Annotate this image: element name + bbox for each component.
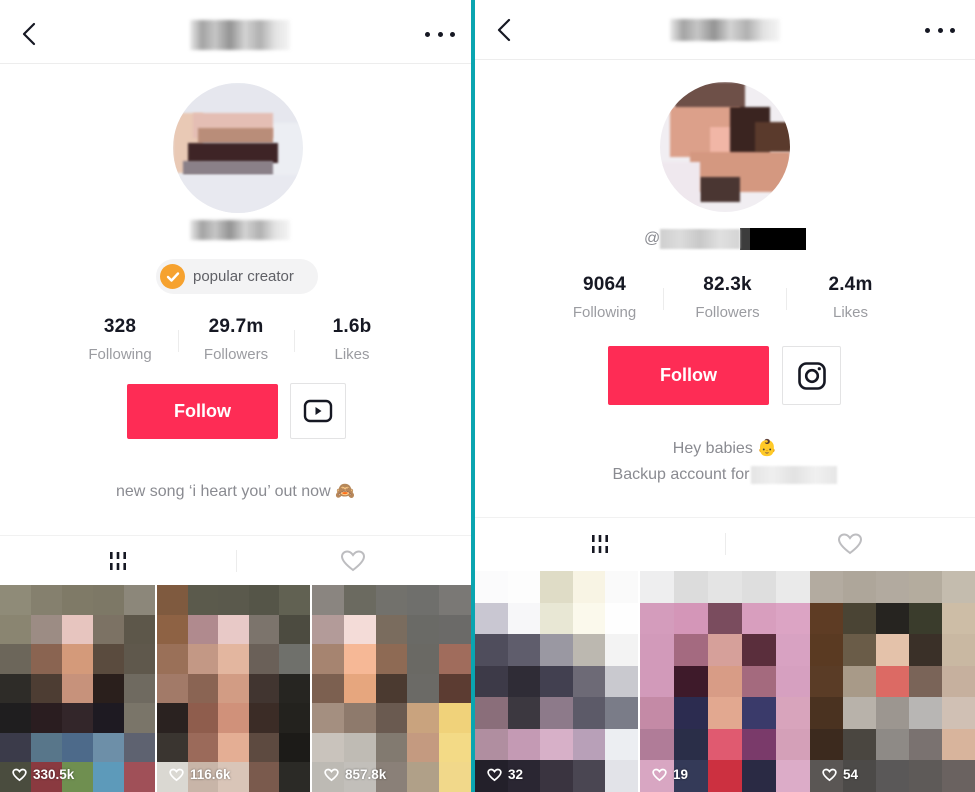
stat-following[interactable]: 9064 Following	[543, 274, 666, 321]
like-count: 330.5k	[33, 767, 75, 782]
more-options-button[interactable]	[925, 20, 955, 40]
instagram-button[interactable]	[782, 346, 841, 405]
tab-liked[interactable]	[236, 536, 472, 586]
stat-divider	[178, 330, 179, 352]
likes-label: Likes	[334, 346, 370, 363]
video-grid: 330.5k 116.6k 857.8k	[0, 585, 471, 792]
following-label: Following	[88, 346, 152, 363]
profile-stats: 328 Following 29.7m Followers 1.6b Likes	[62, 316, 410, 363]
stat-followers[interactable]: 82.3k Followers	[666, 274, 789, 321]
video-thumbnail[interactable]: 19	[640, 571, 810, 792]
video-thumbnail[interactable]: 32	[475, 571, 638, 792]
profile-bio-line1: Hey babies 👶	[672, 440, 778, 457]
heart-outline-icon	[652, 768, 667, 781]
profile-header	[0, 0, 471, 64]
more-horizontal-icon	[925, 27, 930, 33]
video-likes: 54	[822, 767, 858, 782]
instagram-icon	[797, 361, 826, 390]
profile-panel-left: popular creator 328 Following 29.7m Foll…	[0, 0, 471, 792]
likes-count: 1.6b	[332, 316, 372, 337]
profile-header	[475, 0, 975, 60]
check-circle-icon	[160, 264, 185, 289]
video-likes: 330.5k	[12, 767, 74, 782]
following-label: Following	[572, 304, 637, 321]
like-count: 19	[673, 767, 689, 782]
avatar[interactable]	[173, 83, 303, 213]
stat-likes: 2.4m Likes	[789, 274, 912, 321]
followers-count: 82.3k	[703, 274, 752, 295]
bio-redacted	[751, 466, 838, 484]
video-thumbnail[interactable]: 857.8k	[312, 585, 471, 792]
more-horizontal-icon	[425, 31, 430, 37]
stat-likes: 1.6b Likes	[294, 316, 410, 363]
tab-videos[interactable]	[475, 518, 725, 570]
following-count: 328	[103, 316, 137, 337]
profile-tabs	[0, 535, 471, 585]
handle-prefix: @	[644, 230, 661, 247]
likes-label: Likes	[832, 304, 869, 321]
follow-button[interactable]: Follow	[608, 346, 769, 405]
video-thumbnail[interactable]: 116.6k	[157, 585, 310, 792]
profile-stats: 9064 Following 82.3k Followers 2.4m Like…	[543, 274, 912, 321]
heart-outline-icon	[822, 768, 837, 781]
heart-outline-icon	[487, 768, 502, 781]
popular-creator-badge: popular creator	[156, 259, 318, 294]
back-button[interactable]	[18, 20, 42, 48]
video-likes: 116.6k	[169, 767, 231, 782]
profile-tabs	[475, 517, 975, 569]
handle: @	[644, 228, 807, 250]
youtube-button[interactable]	[290, 383, 346, 439]
avatar[interactable]	[660, 82, 790, 212]
tab-liked[interactable]	[725, 518, 975, 570]
back-button[interactable]	[493, 16, 517, 44]
heart-outline-icon	[324, 768, 339, 781]
followers-label: Followers	[203, 346, 269, 363]
liked-heart-icon	[341, 550, 366, 572]
handle-redacted	[660, 229, 741, 249]
follow-button[interactable]: Follow	[127, 384, 278, 439]
profile-title-redacted	[190, 20, 290, 50]
more-options-button[interactable]	[425, 24, 455, 44]
chevron-left-icon	[22, 22, 36, 46]
liked-heart-icon	[837, 533, 863, 555]
stat-divider	[663, 288, 664, 310]
video-likes: 19	[652, 767, 688, 782]
profile-bio-line2: Backup account for	[475, 466, 975, 484]
stat-followers[interactable]: 29.7m Followers	[178, 316, 294, 363]
stat-divider	[294, 330, 295, 352]
like-count: 32	[508, 767, 524, 782]
badge-label: popular creator	[193, 268, 294, 285]
followers-count: 29.7m	[208, 316, 264, 337]
videos-grid-icon	[592, 535, 608, 553]
video-grid: 32 19 54	[475, 571, 975, 792]
like-count: 116.6k	[190, 767, 231, 782]
profile-title-redacted	[670, 19, 780, 41]
chevron-left-icon	[497, 18, 511, 42]
video-thumbnail[interactable]: 330.5k	[0, 585, 155, 792]
videos-grid-icon	[109, 552, 126, 570]
video-thumbnail[interactable]: 54	[810, 571, 975, 792]
heart-outline-icon	[12, 768, 27, 781]
like-count: 54	[843, 767, 859, 782]
profile-panel-right: @ 9064 Following 82.3k Followers 2.4m Li…	[475, 0, 975, 792]
following-count: 9064	[582, 274, 627, 295]
tab-videos[interactable]	[0, 536, 236, 586]
video-likes: 857.8k	[324, 767, 386, 782]
stat-following[interactable]: 328 Following	[62, 316, 178, 363]
profile-bio: new song ‘i heart you’ out now 🙈	[115, 483, 355, 500]
youtube-icon	[303, 399, 333, 423]
likes-count: 2.4m	[828, 274, 873, 295]
followers-label: Followers	[695, 304, 760, 321]
heart-outline-icon	[169, 768, 184, 781]
handle-redacted-bar	[750, 228, 807, 250]
stat-divider	[786, 288, 787, 310]
like-count: 857.8k	[345, 767, 387, 782]
video-likes: 32	[487, 767, 523, 782]
username-redacted	[190, 220, 290, 240]
